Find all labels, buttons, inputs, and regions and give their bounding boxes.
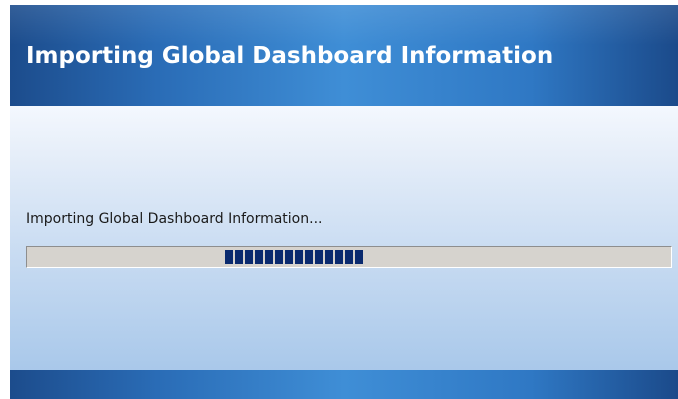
progress-block xyxy=(285,250,293,264)
import-dialog: Importing Global Dashboard Information I… xyxy=(10,5,678,399)
progress-block xyxy=(295,250,303,264)
status-text: Importing Global Dashboard Information..… xyxy=(26,211,323,227)
progress-block xyxy=(355,250,363,264)
progress-block xyxy=(255,250,263,264)
progress-block xyxy=(305,250,313,264)
progress-bar xyxy=(26,246,672,268)
progress-block xyxy=(275,250,283,264)
dialog-title: Importing Global Dashboard Information xyxy=(26,43,554,69)
progress-marquee xyxy=(225,250,363,264)
progress-block xyxy=(315,250,323,264)
dialog-footer xyxy=(10,370,678,399)
dialog-body: Importing Global Dashboard Information..… xyxy=(10,106,678,370)
progress-block xyxy=(225,250,233,264)
progress-block xyxy=(325,250,333,264)
progress-block xyxy=(245,250,253,264)
progress-block xyxy=(345,250,353,264)
dialog-header: Importing Global Dashboard Information xyxy=(10,5,678,106)
progress-block xyxy=(335,250,343,264)
progress-block xyxy=(235,250,243,264)
progress-block xyxy=(265,250,273,264)
